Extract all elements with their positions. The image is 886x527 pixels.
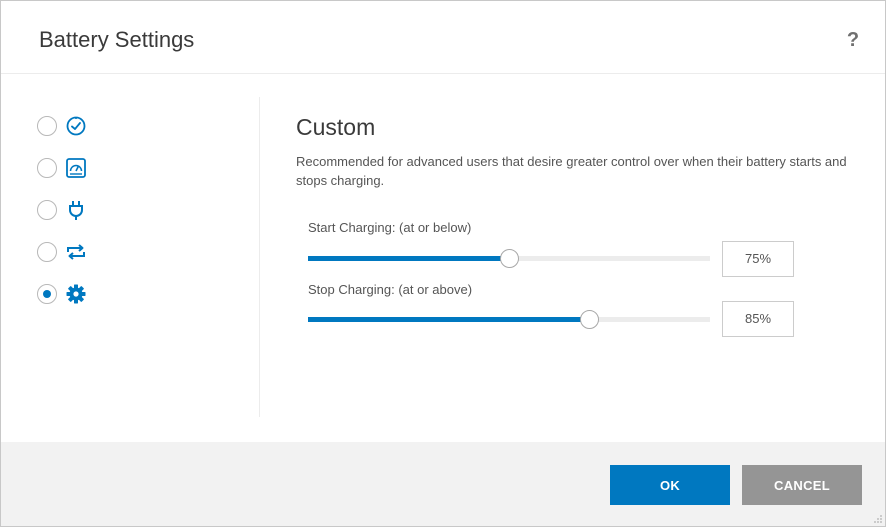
stop-charging-fill [308,317,590,322]
stop-charging-value[interactable]: 85% [722,301,794,337]
resize-grip-icon[interactable] [873,514,883,524]
start-charging-thumb[interactable] [500,249,519,268]
stop-charging-slider[interactable] [308,310,710,329]
help-icon[interactable]: ? [845,28,861,52]
dialog-footer: OK CANCEL [1,442,885,526]
mode-radio-plug[interactable] [37,200,57,220]
mode-radio-clock[interactable] [37,116,57,136]
start-charging-value[interactable]: 75% [722,241,794,277]
clock-check-icon [66,116,86,136]
start-charging-fill [308,256,509,261]
section-description: Recommended for advanced users that desi… [296,154,847,188]
mode-option-plug[interactable] [37,195,97,225]
cycle-arrows-icon [67,244,85,260]
stop-charging-label: Stop Charging: (at or above) [308,282,473,297]
section-title: Custom [296,114,376,140]
ok-button[interactable]: OK [610,465,730,505]
mode-option-gauge[interactable] [37,153,97,183]
mode-radio-cycle[interactable] [37,242,57,262]
cancel-button[interactable]: CANCEL [742,465,862,505]
gear-icon [66,284,86,304]
mode-option-custom[interactable] [37,279,97,309]
mode-radio-custom[interactable] [37,284,57,304]
plug-icon [69,201,83,220]
start-charging-slider[interactable] [308,249,710,268]
gauge-icon [66,158,86,178]
dialog-header: Battery Settings ? [1,1,885,74]
mode-option-clock[interactable] [37,111,97,141]
mode-option-cycle[interactable] [37,237,97,267]
panel-divider [259,97,260,417]
battery-settings-dialog: Battery Settings ? Custom Recommended fo… [0,0,886,527]
stop-charging-thumb[interactable] [580,310,600,329]
dialog-title: Battery Settings [39,27,195,52]
mode-radio-gauge[interactable] [37,158,57,178]
start-charging-label: Start Charging: (at or below) [308,220,472,235]
